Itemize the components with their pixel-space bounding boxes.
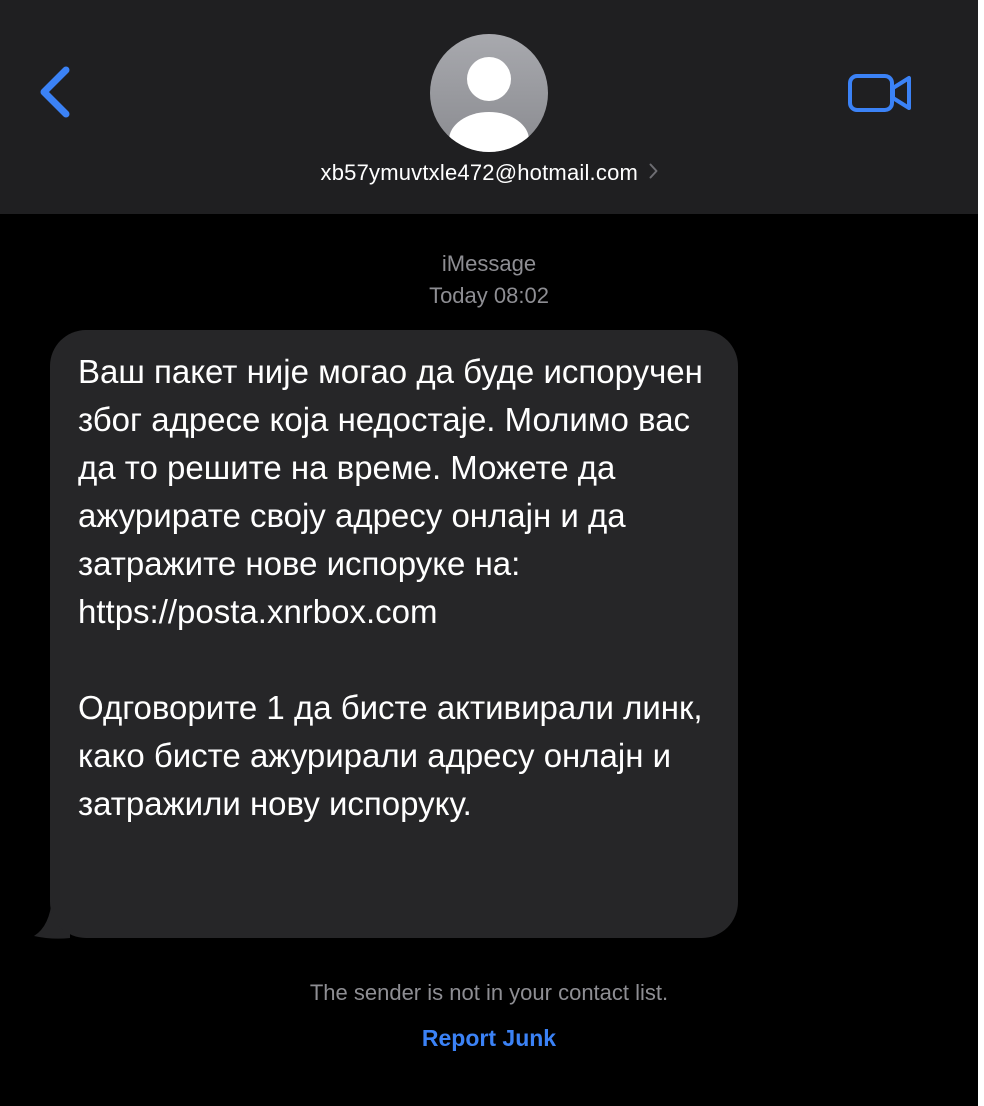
conversation-header: xb57ymuvtxle472@hotmail.com bbox=[0, 0, 978, 214]
message-bubble[interactable]: Ваш пакет није могао да буде испоручен з… bbox=[50, 330, 738, 938]
contact-avatar[interactable] bbox=[430, 34, 548, 152]
back-button[interactable] bbox=[34, 62, 78, 122]
unknown-sender-notice: The sender is not in your contact list. bbox=[309, 980, 669, 1005]
thread-meta: iMessage Today 08:02 bbox=[0, 248, 978, 312]
contact-details-link[interactable]: xb57ymuvtxle472@hotmail.com bbox=[0, 160, 978, 186]
person-silhouette-icon bbox=[430, 34, 548, 152]
service-label: iMessage bbox=[441, 251, 537, 276]
facetime-video-button[interactable] bbox=[846, 70, 916, 116]
chevron-left-icon bbox=[40, 66, 70, 118]
video-camera-icon bbox=[848, 74, 911, 112]
chevron-right-icon bbox=[649, 163, 657, 179]
contact-address: xb57ymuvtxle472@hotmail.com bbox=[320, 160, 639, 185]
message-timestamp: Today 08:02 bbox=[429, 283, 549, 308]
report-junk-link[interactable]: Report Junk bbox=[0, 1025, 978, 1052]
messages-screen: xb57ymuvtxle472@hotmail.com iMessage Tod… bbox=[0, 0, 978, 1106]
